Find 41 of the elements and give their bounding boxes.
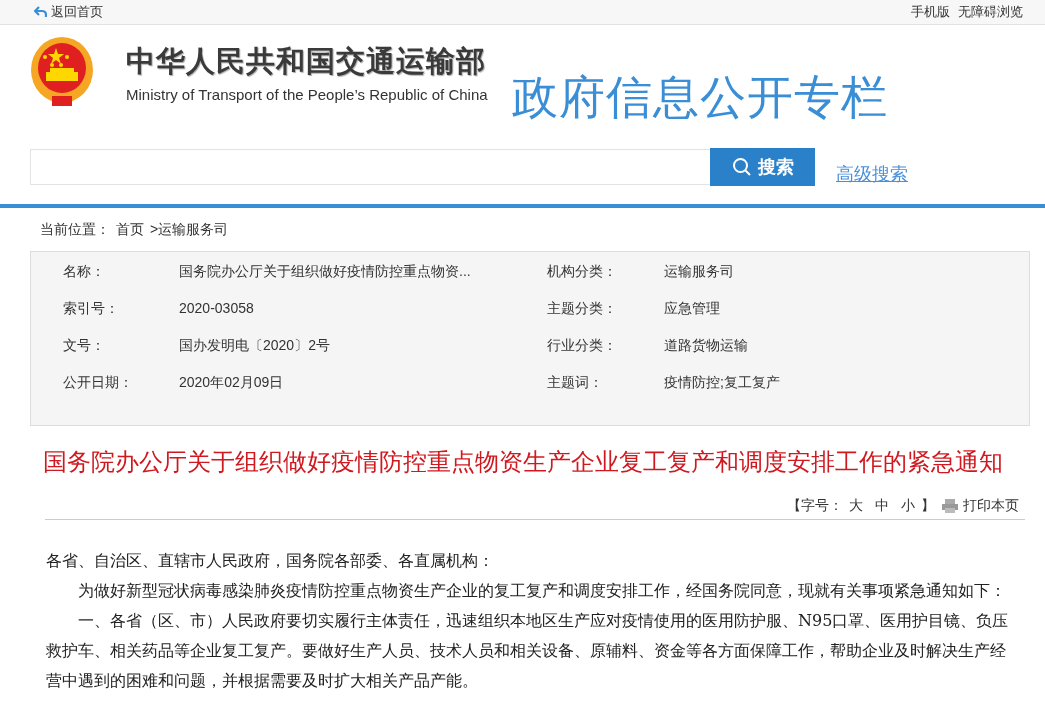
info-label: 行业分类： bbox=[547, 337, 618, 355]
article-title: 国务院办公厅关于组织做好疫情防控重点物资生产企业复工复产和调度安排工作的紧急通知 bbox=[41, 448, 1004, 477]
info-value: 运输服务司 bbox=[664, 263, 735, 281]
bracket-text: 】 bbox=[921, 497, 935, 515]
info-label: 文号： bbox=[63, 337, 106, 355]
info-value: 疫情防控;复工复产 bbox=[664, 374, 781, 392]
font-size-link[interactable]: 大 bbox=[849, 497, 863, 515]
info-label: 主题词： bbox=[547, 374, 604, 392]
ministry-name: 中华人民共和国交通运输部 bbox=[126, 44, 487, 79]
top-link[interactable]: 手机版 bbox=[911, 3, 950, 21]
font-size-label: 【字号： bbox=[787, 497, 843, 515]
back-arrow-icon bbox=[34, 6, 47, 18]
breadcrumb-link[interactable]: >运输服务司 bbox=[150, 221, 229, 239]
search-field[interactable] bbox=[30, 149, 710, 185]
info-value: 2020-03058 bbox=[179, 300, 255, 316]
search-button[interactable]: 搜索 bbox=[710, 148, 815, 186]
font-size-link[interactable]: 小 bbox=[901, 497, 915, 515]
info-label: 公开日期： bbox=[63, 374, 134, 392]
print-link[interactable]: 打印本页 bbox=[941, 497, 1019, 515]
info-label: 名称： bbox=[63, 263, 106, 281]
search-icon bbox=[731, 157, 752, 177]
font-size-link[interactable]: 中 bbox=[875, 497, 889, 515]
body-paragraph: 为做好新型冠状病毒感染肺炎疫情防控重点物资生产企业的复工复产和调度安排工作，经国务院同意，现就有关事项紧急通知如下： bbox=[77, 580, 1007, 602]
printer-icon bbox=[941, 498, 959, 514]
emblem-drawing bbox=[30, 36, 94, 108]
section-title: 政府信息公开专栏 bbox=[511, 70, 888, 125]
info-value: 2020年02月09日 bbox=[179, 374, 285, 392]
info-label: 主题分类： bbox=[547, 300, 618, 318]
info-value: 国办发明电〔2020〕2号 bbox=[179, 337, 331, 355]
info-label: 索引号： bbox=[63, 300, 120, 318]
info-value: 应急管理 bbox=[664, 300, 721, 318]
body-paragraph: 一、各省（区、市）人民政府要切实履行主体责任，迅速组织本地区生产应对疫情使用的医用防护服、N95口罩、医用护目镜、负压救护车、相关药品等企业复工复产。要做好生产人员、技术人员和相关设备、原辅料、资金等各方面保障工作，帮助企业及时解决生产经营中遇到的困难和问题，并根据需要及时扩大相关产品产能。 bbox=[46, 610, 1010, 692]
back-home-link[interactable]: 返回首页 bbox=[34, 3, 103, 21]
body-paragraph: 各省、自治区、直辖市人民政府，国务院各部委、各直属机构： bbox=[46, 550, 495, 572]
top-link[interactable]: 无障碍浏览 bbox=[958, 3, 1023, 21]
breadcrumb-label: 当前位置： bbox=[40, 221, 110, 239]
breadcrumb-link[interactable]: 首页 bbox=[116, 221, 144, 239]
info-value: 国务院办公厅关于组织做好疫情防控重点物资... bbox=[179, 263, 472, 281]
ministry-english-name: Ministry of Transport of the People’s Republic of China bbox=[126, 86, 488, 103]
info-label: 机构分类： bbox=[547, 263, 618, 281]
info-value: 道路货物运输 bbox=[664, 337, 749, 355]
